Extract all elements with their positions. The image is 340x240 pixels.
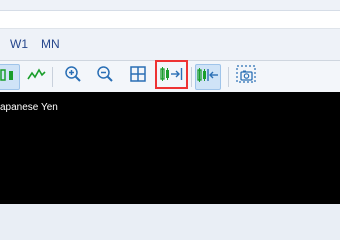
toolbar-separator: [191, 67, 192, 87]
timeframe-mn[interactable]: MN: [41, 37, 60, 51]
zoom-in-icon: [64, 65, 82, 88]
grid-icon: [129, 65, 147, 88]
zoom-out-button[interactable]: [93, 64, 117, 88]
timeframe-bar: W1 MN: [0, 29, 340, 61]
zoom-in-button[interactable]: [61, 64, 85, 88]
menu-band: [0, 11, 340, 29]
toolbar-separator: [52, 67, 53, 87]
bar-chart-button[interactable]: [0, 64, 20, 90]
line-chart-button[interactable]: [24, 64, 48, 88]
chart-title: apanese Yen: [0, 102, 58, 113]
line-chart-icon: [26, 65, 46, 88]
chart-area[interactable]: apanese Yen: [0, 92, 340, 204]
screenshot-button[interactable]: [234, 64, 258, 88]
toolbar-separator: [228, 67, 229, 87]
title-strip: [0, 0, 340, 11]
highlight-box: [155, 60, 188, 89]
timeframe-w1[interactable]: W1: [10, 37, 28, 51]
grid-button[interactable]: [126, 64, 150, 88]
chart-shift-icon: [197, 66, 219, 89]
screenshot-icon: [236, 64, 256, 88]
bar-chart-icon: [0, 66, 16, 89]
chart-shift-button[interactable]: [195, 64, 221, 90]
zoom-out-icon: [96, 65, 114, 88]
